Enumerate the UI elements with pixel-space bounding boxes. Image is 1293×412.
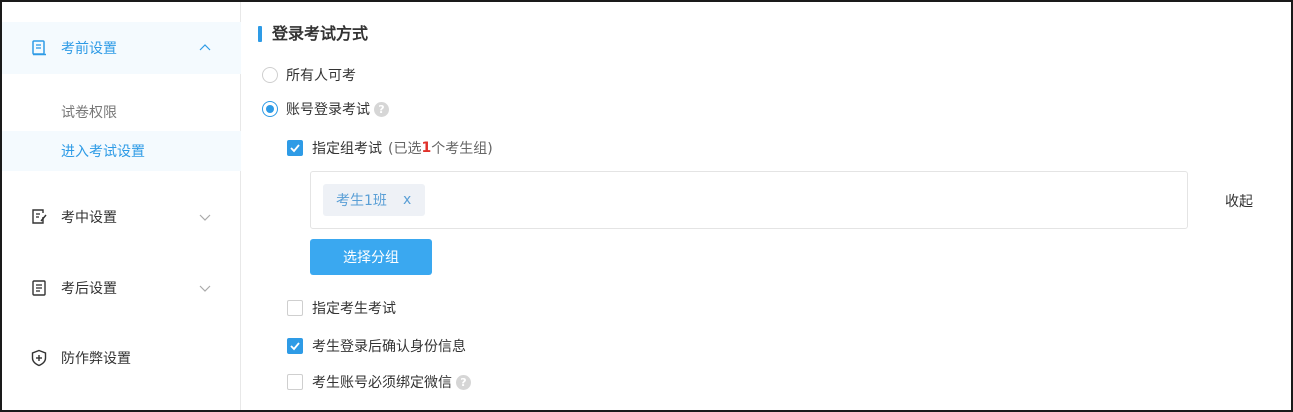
checkbox-bind-wechat[interactable] [287, 374, 303, 390]
score-report-icon [32, 280, 46, 296]
option-bind-wechat[interactable]: 考生账号必须绑定微信 ? [287, 372, 471, 392]
confirm-identity-label: 考生登录后确认身份信息 [312, 339, 466, 355]
group-tag: 考生1班 x [323, 184, 425, 216]
help-icon[interactable]: ? [456, 374, 471, 390]
chevron-down-icon [199, 214, 211, 221]
sidebar-group-label: 考前设置 [61, 41, 117, 57]
edit-document-icon [32, 209, 47, 224]
group-exam-label: 指定组考试 [312, 141, 382, 157]
option-group-exam[interactable]: 指定组考试 (已选 1 个考生组) [287, 138, 493, 158]
bind-wechat-label: 考生账号必须绑定微信 [312, 375, 452, 391]
sidebar: 考前设置 试卷权限 进入考试设置 考中设置 考后设置 防作弊设置 [2, 2, 241, 410]
chevron-up-icon [199, 44, 211, 51]
group-exam-note-suffix: 个考生组) [431, 141, 493, 157]
option-specific-student[interactable]: 指定考生考试 [287, 298, 396, 318]
section-accent-bar [258, 26, 262, 42]
select-group-button[interactable]: 选择分组 [310, 239, 432, 275]
main-panel: 登录考试方式 所有人可考 账号登录考试 ? 指定组考试 (已选 1 个考生组) … [242, 2, 1291, 410]
sidebar-group-post-exam[interactable]: 考后设置 [2, 262, 241, 314]
selected-groups-box: 考生1班 x [310, 171, 1188, 229]
sidebar-group-in-exam[interactable]: 考中设置 [2, 191, 241, 243]
check-icon [290, 144, 300, 153]
specific-student-label: 指定考生考试 [312, 301, 396, 317]
checkbox-confirm-identity[interactable] [287, 338, 303, 354]
sidebar-item-paper-permission[interactable]: 试卷权限 [2, 92, 241, 132]
remove-tag-button[interactable]: x [403, 192, 411, 208]
checkbox-specific-student[interactable] [287, 300, 303, 316]
sidebar-item-enter-exam-settings[interactable]: 进入考试设置 [2, 131, 241, 171]
book-icon [32, 40, 46, 56]
section-title: 登录考试方式 [272, 24, 369, 43]
group-count: 1 [421, 140, 432, 156]
group-exam-note-prefix: (已选 [388, 141, 422, 157]
sidebar-group-anti-cheat[interactable]: 防作弊设置 [2, 332, 241, 384]
sidebar-item-label: 进入考试设置 [61, 144, 145, 160]
option-anyone-label: 所有人可考 [286, 68, 356, 84]
checkbox-group-exam[interactable] [287, 140, 303, 156]
shield-plus-icon [31, 349, 47, 367]
chevron-down-icon [199, 285, 211, 292]
option-account-login[interactable]: 账号登录考试 ? [262, 99, 389, 119]
option-account-login-label: 账号登录考试 [286, 102, 370, 118]
group-tag-label: 考生1班 [336, 193, 387, 209]
option-anyone[interactable]: 所有人可考 [262, 65, 356, 85]
help-icon[interactable]: ? [374, 101, 389, 117]
sidebar-item-label: 试卷权限 [61, 105, 117, 121]
radio-anyone[interactable] [262, 67, 278, 83]
option-confirm-identity[interactable]: 考生登录后确认身份信息 [287, 336, 466, 356]
radio-account-login[interactable] [262, 101, 278, 117]
sidebar-group-label: 考后设置 [61, 281, 117, 297]
sidebar-group-label: 考中设置 [61, 210, 117, 226]
sidebar-group-label: 防作弊设置 [61, 351, 131, 367]
sidebar-group-pre-exam[interactable]: 考前设置 [2, 22, 241, 74]
collapse-link[interactable]: 收起 [1225, 191, 1253, 211]
check-icon [290, 342, 300, 351]
